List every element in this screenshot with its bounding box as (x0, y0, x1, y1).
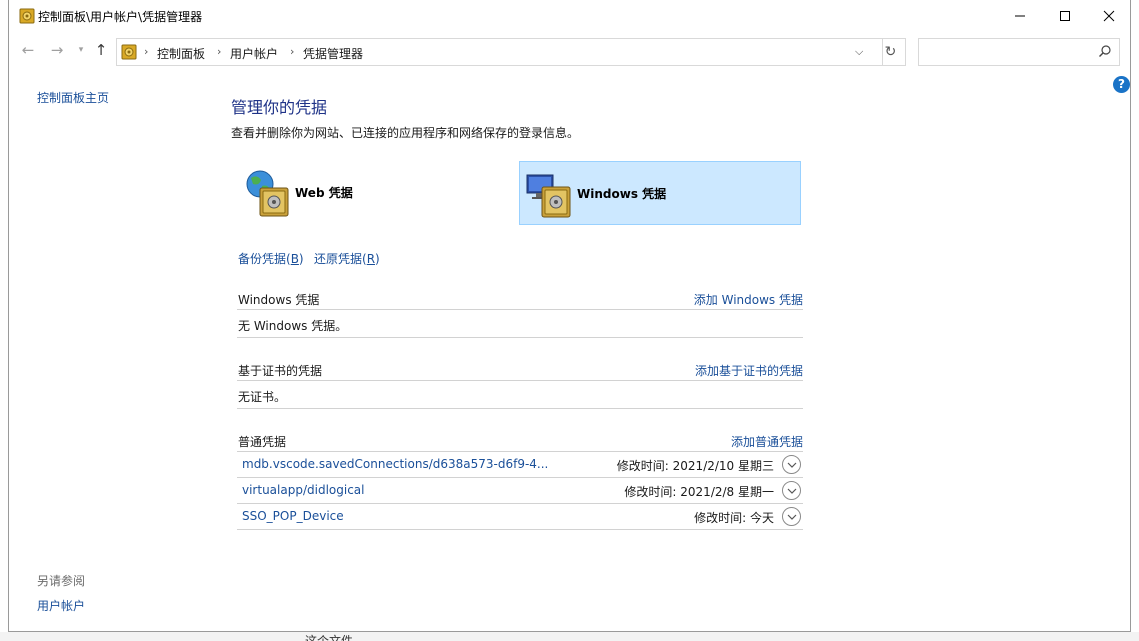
user-accounts-link[interactable]: 用户帐户 (37, 597, 85, 614)
breadcrumb-credential-manager[interactable]: 凭据管理器 (303, 45, 363, 62)
up-button[interactable]: ↑ (91, 40, 111, 60)
breadcrumb-separator[interactable]: › (290, 45, 294, 58)
control-panel-icon (19, 8, 35, 24)
section-title: Windows 凭据 (238, 293, 320, 307)
credential-name[interactable]: mdb.vscode.savedConnections/d638a573-d6f… (242, 457, 548, 471)
web-credentials-label: Web 凭据 (295, 186, 353, 200)
generic-credentials-section: 普通凭据 添加普通凭据 mdb.vscode.savedConnections/… (237, 430, 803, 530)
credential-row[interactable]: virtualapp/didlogical 修改时间: 2021/2/8 星期一 (237, 478, 803, 504)
windows-credentials-tile[interactable]: Windows 凭据 (519, 161, 801, 225)
refresh-icon: ↻ (884, 44, 897, 60)
back-button[interactable]: ← (18, 40, 38, 60)
page-description: 查看并删除你为网站、已连接的应用程序和网络保存的登录信息。 (231, 126, 580, 140)
search-icon (1099, 45, 1111, 57)
up-arrow-icon: ↑ (94, 41, 108, 59)
expand-button[interactable] (782, 507, 801, 526)
windows-credentials-label: Windows 凭据 (577, 187, 667, 201)
section-empty-message: 无 Windows 凭据。 (237, 310, 803, 338)
credential-modified: 修改时间: 2021/2/8 星期一 (624, 485, 774, 499)
credential-name[interactable]: SSO_POP_Device (242, 509, 344, 523)
background-window-bottom: 这个文件 (0, 632, 1139, 641)
section-empty-message: 无证书。 (237, 381, 803, 409)
recent-locations-button[interactable]: ▾ (71, 40, 91, 60)
credential-modified: 修改时间: 2021/2/10 星期三 (616, 459, 774, 473)
title-bar: 控制面板\用户帐户\凭据管理器 (9, 0, 1130, 31)
navigation-bar: ← → ▾ ↑ › 控制面板 › 用户帐户 › 凭据管理器 ⌵ ↻ (9, 31, 1130, 71)
forward-arrow-icon: → (50, 41, 64, 59)
backup-credentials-link[interactable]: 备份凭据(B) (238, 250, 304, 267)
restore-credentials-link[interactable]: 还原凭据(R) (314, 250, 380, 267)
help-button[interactable]: ? (1113, 76, 1130, 93)
breadcrumb-separator[interactable]: › (144, 45, 148, 58)
see-also-label: 另请参阅 (37, 574, 86, 588)
control-panel-icon (121, 44, 137, 60)
window-title: 控制面板\用户帐户\凭据管理器 (38, 10, 203, 24)
expand-chevron-icon (787, 488, 796, 494)
certificate-credentials-section: 基于证书的凭据 添加基于证书的凭据 无证书。 (237, 359, 803, 409)
page-title: 管理你的凭据 (231, 98, 328, 117)
forward-button[interactable]: → (47, 40, 67, 60)
empty-text: 无 Windows 凭据。 (238, 319, 348, 333)
web-credential-icon (246, 170, 289, 217)
backup-link-suffix: ) (298, 252, 304, 266)
maximize-button[interactable] (1042, 0, 1088, 31)
refresh-button[interactable]: ↻ (876, 38, 906, 66)
add-generic-credential-link[interactable]: 添加普通凭据 (731, 433, 803, 450)
section-title: 基于证书的凭据 (238, 364, 323, 378)
backup-link-key: B (290, 252, 299, 266)
background-window-right (1131, 0, 1139, 641)
back-arrow-icon: ← (21, 41, 35, 59)
close-icon (1103, 10, 1115, 21)
breadcrumb-separator[interactable]: › (217, 45, 221, 58)
web-credentials-tile[interactable]: Web 凭据 (238, 161, 520, 225)
windows-credential-icon (526, 174, 571, 218)
expand-chevron-icon (787, 514, 796, 520)
close-button[interactable] (1086, 0, 1132, 31)
background-text: 这个文件 (305, 634, 354, 641)
help-icon: ? (1118, 77, 1125, 91)
backup-link-text: 备份凭据( (238, 252, 291, 266)
expand-button[interactable] (782, 455, 801, 474)
restore-link-text: 还原凭据( (314, 252, 367, 266)
section-header: Windows 凭据 添加 Windows 凭据 (237, 288, 803, 310)
credential-name[interactable]: virtualapp/didlogical (242, 483, 364, 497)
control-panel-home-link[interactable]: 控制面板主页 (37, 89, 109, 106)
section-header: 基于证书的凭据 添加基于证书的凭据 (237, 359, 803, 381)
search-input[interactable] (918, 38, 1120, 66)
address-bar[interactable]: › 控制面板 › 用户帐户 › 凭据管理器 ⌵ (116, 38, 883, 66)
minimize-button[interactable] (997, 0, 1043, 31)
credential-modified: 修改时间: 今天 (694, 511, 774, 525)
breadcrumb-user-accounts[interactable]: 用户帐户 (230, 45, 278, 62)
windows-credentials-section: Windows 凭据 添加 Windows 凭据 无 Windows 凭据。 (237, 288, 803, 338)
expand-button[interactable] (782, 481, 801, 500)
add-windows-credential-link[interactable]: 添加 Windows 凭据 (694, 291, 803, 308)
chevron-down-icon: ▾ (78, 45, 84, 55)
restore-link-key: R (366, 252, 376, 266)
section-title: 普通凭据 (238, 435, 287, 449)
background-window-left (0, 0, 8, 641)
breadcrumb-control-panel[interactable]: 控制面板 (157, 45, 205, 62)
credential-row[interactable]: mdb.vscode.savedConnections/d638a573-d6f… (237, 452, 803, 478)
add-certificate-credential-link[interactable]: 添加基于证书的凭据 (695, 362, 803, 379)
section-header: 普通凭据 添加普通凭据 (237, 430, 803, 452)
restore-link-suffix: ) (375, 252, 380, 266)
address-dropdown-icon[interactable]: ⌵ (855, 45, 863, 59)
empty-text: 无证书。 (238, 390, 287, 404)
maximize-icon (1060, 10, 1070, 21)
expand-chevron-icon (787, 462, 796, 468)
credential-row[interactable]: SSO_POP_Device 修改时间: 今天 (237, 504, 803, 530)
credential-manager-window: 控制面板\用户帐户\凭据管理器 ← → ▾ ↑ › 控制面板 › 用户帐户 › … (8, 0, 1131, 632)
minimize-icon (1015, 15, 1025, 16)
